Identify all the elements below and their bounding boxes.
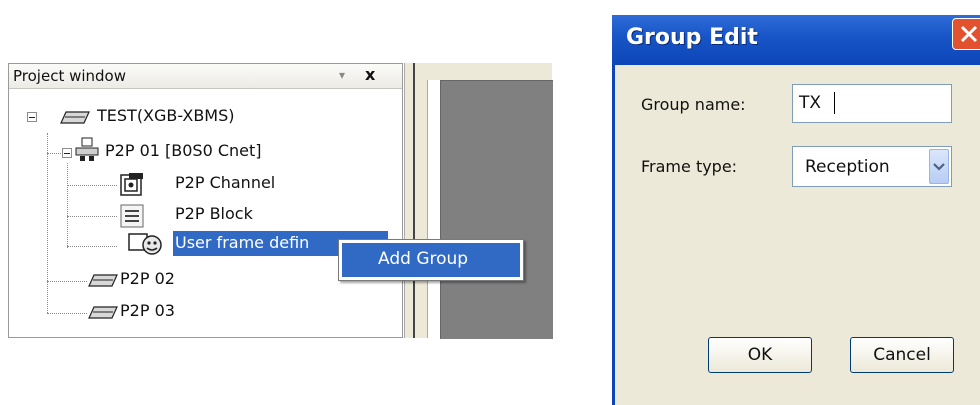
tree-line <box>67 216 117 217</box>
pin-dropdown-icon[interactable]: ▾ <box>339 68 345 82</box>
tree-item-test[interactable]: TEST(XGB-XBMS) <box>97 106 235 125</box>
group-edit-dialog: Group Edit Group name: Frame type: TX Re… <box>612 15 980 405</box>
minus-expander-icon[interactable] <box>62 148 72 158</box>
ok-button[interactable]: OK <box>708 337 812 373</box>
project-window-header: Project window ▾ x <box>9 64 402 89</box>
frame-type-select[interactable]: Reception <box>792 146 952 187</box>
cancel-button[interactable]: Cancel <box>850 337 954 373</box>
chevron-down-icon <box>933 163 945 171</box>
splitter[interactable] <box>415 63 428 338</box>
plc-icon <box>88 306 118 319</box>
block-icon <box>120 204 144 228</box>
frame-type-label: Frame type: <box>641 157 738 176</box>
tree-item-p2p01[interactable]: P2P 01 [B0S0 Cnet] <box>105 141 262 160</box>
text-caret <box>834 92 835 114</box>
close-icon <box>960 25 978 43</box>
channel-icon <box>120 173 143 196</box>
project-window-region: Project window ▾ x TEST(XGB-XBMS) P2P 01… <box>0 0 553 405</box>
dropdown-button[interactable] <box>929 149 949 184</box>
frame-type-value: Reception <box>805 157 890 177</box>
tree-item-user-frame-definition[interactable]: User frame defin <box>175 233 309 252</box>
editor-frame <box>427 63 552 80</box>
project-window-title: Project window <box>13 67 126 85</box>
tree-item-p2p02[interactable]: P2P 02 <box>120 269 175 288</box>
minus-expander-icon[interactable] <box>27 112 37 122</box>
close-icon[interactable]: x <box>365 65 375 84</box>
menu-item-label: Add Group <box>378 249 469 269</box>
tree-line <box>47 133 48 313</box>
tree-item-p2p-block[interactable]: P2P Block <box>175 204 253 223</box>
tree-line <box>47 313 87 314</box>
network-icon <box>75 137 99 161</box>
tree-item-p2p-channel[interactable]: P2P Channel <box>175 173 275 192</box>
context-menu: Add Group <box>338 239 524 281</box>
tree-line <box>47 281 87 282</box>
dialog-title: Group Edit <box>626 25 758 50</box>
tree-line <box>47 153 61 154</box>
group-name-label: Group name: <box>641 95 746 114</box>
menu-item-add-group[interactable]: Add Group <box>342 243 520 277</box>
tree-line <box>67 246 117 247</box>
group-name-input[interactable]: TX <box>792 84 952 123</box>
dialog-titlebar[interactable]: Group Edit <box>612 15 980 65</box>
user-frame-icon <box>128 233 162 255</box>
plc-icon <box>60 111 90 124</box>
tree-line <box>67 163 68 248</box>
tree-item-p2p03[interactable]: P2P 03 <box>120 301 175 320</box>
close-button[interactable] <box>952 18 980 50</box>
tree-line <box>67 185 117 186</box>
editor-area <box>440 80 553 339</box>
plc-icon <box>88 274 118 287</box>
